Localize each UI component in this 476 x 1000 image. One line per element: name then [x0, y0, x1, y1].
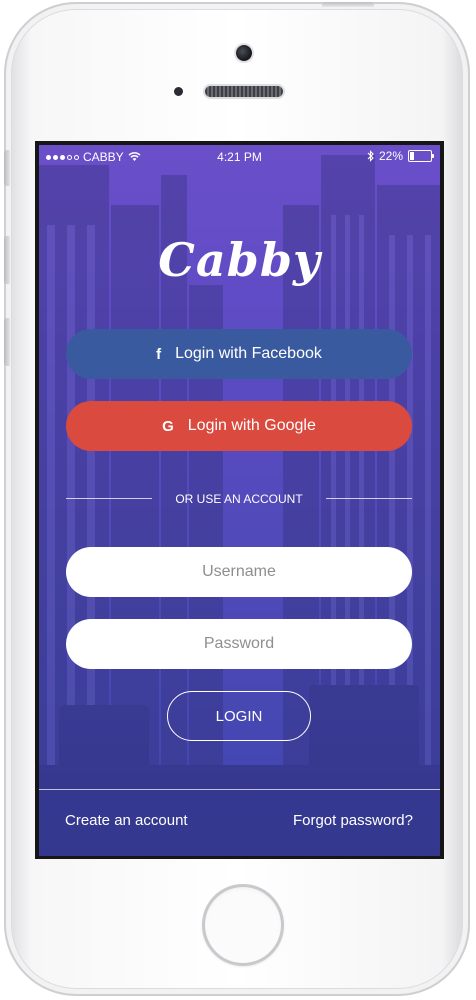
facebook-icon: f: [156, 345, 162, 363]
login-screen: CABBY 4:21 PM 22% Cabby f Login with Fac…: [39, 145, 440, 856]
volume-down-button: [4, 318, 10, 366]
google-icon: G: [162, 417, 174, 435]
app-logo: Cabby: [158, 233, 321, 287]
battery-icon: [408, 150, 434, 162]
google-login-label: Login with Google: [187, 417, 316, 434]
battery-fill: [410, 152, 414, 160]
forgot-password-link[interactable]: Forgot password?: [293, 812, 413, 829]
screen: CABBY 4:21 PM 22% Cabby f Login with Fac…: [35, 141, 444, 859]
login-button[interactable]: LOGIN: [167, 691, 311, 741]
volume-up-button: [4, 236, 10, 284]
battery-percentage: 22%: [378, 149, 403, 163]
front-camera: [236, 45, 252, 61]
footer-divider: [39, 789, 440, 790]
google-login-button[interactable]: G Login with Google: [66, 401, 412, 451]
status-bar: CABBY 4:21 PM 22%: [39, 145, 440, 169]
mute-switch: [4, 150, 10, 186]
password-input[interactable]: [66, 619, 412, 669]
facebook-login-label: Login with Facebook: [175, 345, 322, 362]
divider-line-right: [326, 498, 412, 499]
or-divider: OR USE AN ACCOUNT: [66, 492, 412, 506]
username-input[interactable]: [66, 547, 412, 597]
create-account-link[interactable]: Create an account: [65, 812, 188, 829]
power-button: [322, 2, 374, 7]
earpiece-speaker: [205, 86, 283, 97]
home-button[interactable]: [202, 884, 284, 966]
status-right: 22%: [367, 149, 434, 163]
bluetooth-icon: [367, 150, 374, 162]
divider-text: OR USE AN ACCOUNT: [175, 492, 303, 506]
facebook-login-button[interactable]: f Login with Facebook: [66, 329, 412, 379]
proximity-sensor: [174, 87, 183, 96]
